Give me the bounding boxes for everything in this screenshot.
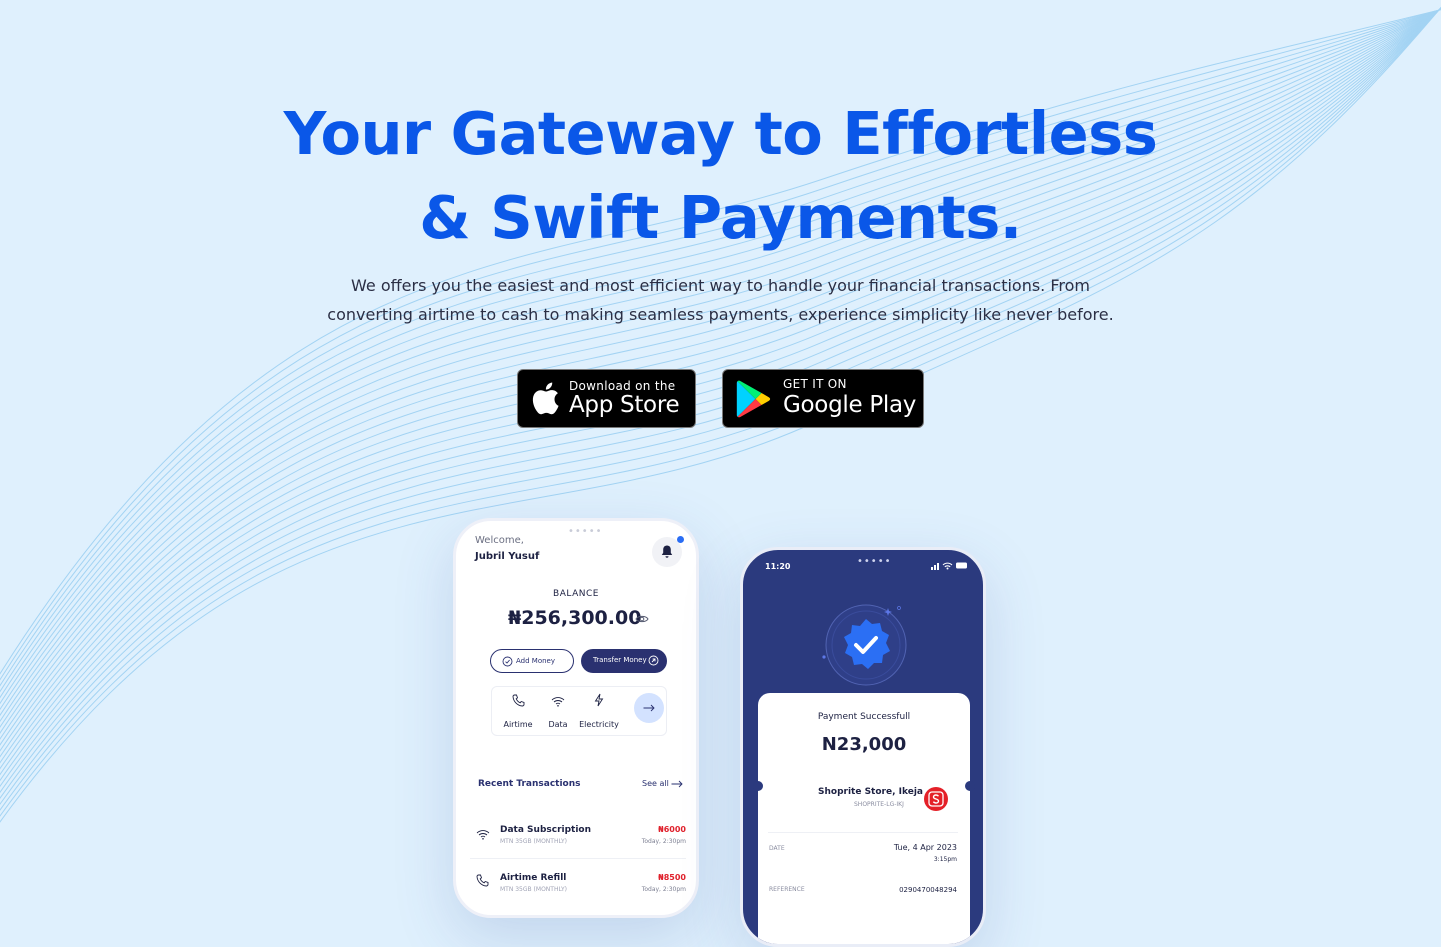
- bolt-icon: [594, 693, 604, 707]
- add-money-button[interactable]: Add Money: [490, 649, 574, 673]
- google-play-icon: [736, 380, 771, 418]
- transaction-subtitle: MTN 35GB (MONTHLY): [500, 886, 568, 893]
- app-store-button[interactable]: Download on the App Store: [517, 369, 696, 428]
- bell-icon: [661, 545, 673, 558]
- quick-action-data-label: Data: [548, 720, 568, 729]
- quick-actions-card: Airtime Data Electricity: [491, 686, 667, 736]
- hero-subtitle: We offers you the easiest and most effic…: [327, 276, 1114, 324]
- transaction-amount: ₦6000: [658, 825, 686, 834]
- arrow-right-icon: [671, 780, 683, 787]
- receipt-notch-right: [965, 781, 975, 791]
- date-label: DATE: [769, 845, 785, 852]
- app-store-big-label: App Store: [569, 392, 680, 418]
- transaction-title: Data Subscription: [500, 825, 592, 835]
- hero-title-line-1: Your Gateway to Effortless: [283, 99, 1158, 168]
- transaction-row[interactable]: Airtime Refill MTN 35GB (MONTHLY) ₦8500 …: [470, 873, 690, 909]
- payment-amount: N23,000: [821, 734, 907, 755]
- receipt-notch-left: [753, 781, 763, 791]
- eye-icon[interactable]: [635, 614, 649, 624]
- hero-title: Your Gateway to Effortless & Swift Payme…: [0, 92, 1441, 260]
- google-play-button[interactable]: GET IT ON Google Play: [722, 369, 924, 428]
- payment-receipt-card: Payment Successfull N23,000 Shoprite Sto…: [753, 693, 975, 944]
- phone-home-screen: ••••• Welcome, Jubril Yusuf BALANCE ₦256…: [453, 518, 699, 918]
- see-all-link[interactable]: See all: [642, 779, 683, 788]
- user-name: Jubril Yusuf: [475, 551, 540, 562]
- notch-indicator: •••••: [857, 556, 892, 567]
- welcome-text: Welcome,: [475, 535, 524, 546]
- divider: [470, 858, 686, 859]
- phone-icon: [512, 694, 525, 707]
- recent-transactions-title: Recent Transactions: [478, 779, 581, 789]
- more-actions-button[interactable]: [634, 693, 664, 723]
- google-play-small-label: GET IT ON: [783, 377, 847, 391]
- payment-status-title: Payment Successfull: [817, 712, 911, 722]
- arrow-right-icon: [643, 704, 655, 712]
- transaction-date: Today, 2:30pm: [641, 838, 686, 845]
- arrow-up-right-circle-icon: [648, 655, 659, 666]
- receipt-divider: [768, 832, 958, 833]
- shoprite-logo-icon: [928, 791, 944, 807]
- quick-action-electricity-label: Electricity: [579, 720, 619, 729]
- verified-badge-icon: [822, 604, 907, 686]
- apple-icon: [532, 382, 559, 415]
- transaction-amount: ₦8500: [658, 873, 686, 882]
- transfer-money-button[interactable]: Transfer Money: [581, 649, 667, 673]
- quick-action-airtime-label: Airtime: [503, 720, 533, 729]
- status-bar-time: 11:20: [765, 562, 791, 571]
- transaction-subtitle: MTN 35GB (MONTHLY): [500, 838, 568, 845]
- see-all-label: See all: [642, 779, 669, 788]
- balance-amount: ₦256,300.00: [508, 607, 642, 629]
- plus-circle-icon: [502, 656, 513, 667]
- store-logo: [924, 787, 948, 811]
- hero-title-line-2: & Swift Payments.: [419, 183, 1022, 252]
- phone-icon: [476, 874, 489, 887]
- time-value: 3:15pm: [933, 856, 957, 863]
- store-code: SHOPRITE-LG-IKJ: [854, 801, 904, 808]
- transaction-row[interactable]: Data Subscription MTN 35GB (MONTHLY) ₦60…: [470, 825, 690, 861]
- phone-receipt-screen: 11:20 ••••• Payment Successfull N23,000 …: [740, 547, 986, 947]
- app-store-small-label: Download on the: [569, 379, 676, 393]
- date-value: Tue, 4 Apr 2023: [893, 843, 957, 852]
- store-name: Shoprite Store, Ikeja: [818, 787, 923, 797]
- wifi-icon: [476, 830, 490, 840]
- transfer-money-label: Transfer Money: [593, 656, 647, 664]
- status-icons: [931, 562, 967, 570]
- balance-label: BALANCE: [553, 589, 599, 599]
- transaction-title: Airtime Refill: [500, 873, 567, 883]
- notch-indicator: •••••: [568, 526, 603, 537]
- google-play-big-label: Google Play: [783, 392, 917, 418]
- transaction-date: Today, 2:30pm: [641, 886, 686, 893]
- reference-label: REFERENCE: [769, 886, 805, 893]
- add-money-label: Add Money: [516, 657, 555, 665]
- notification-dot: [677, 536, 684, 543]
- wifi-icon: [551, 697, 565, 707]
